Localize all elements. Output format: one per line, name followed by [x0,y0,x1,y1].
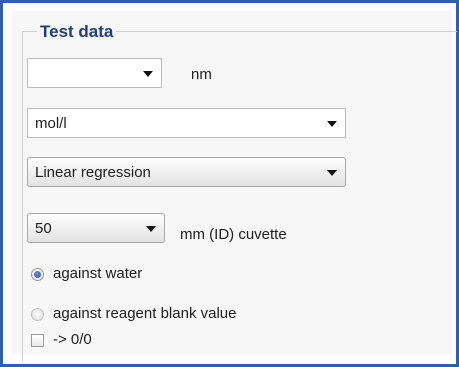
evaluation-method-value: Linear regression [35,164,151,181]
chevron-down-icon [146,226,156,232]
concentration-unit-select[interactable]: mol/l [27,108,346,138]
radio-selected-dot [34,271,41,278]
radio-against-water[interactable] [31,268,44,281]
concentration-unit-value: mol/l [35,115,67,132]
radio-against-reagent-blank[interactable] [31,308,44,321]
wavelength-select[interactable] [27,58,162,88]
cuvette-value: 50 [35,220,52,237]
radio-against-water-label[interactable]: against water [53,265,142,283]
cuvette-label: mm (ID) cuvette [180,226,287,243]
group-title: Test data [37,21,117,43]
chevron-down-icon [143,71,153,77]
cuvette-select[interactable]: 50 [27,213,165,243]
origin-checkbox-label[interactable]: -> 0/0 [53,331,92,349]
radio-against-reagent-blank-label[interactable]: against reagent blank value [53,305,236,323]
evaluation-method-select[interactable]: Linear regression [27,157,346,187]
test-data-panel: Test data nm mol/l Linear regression 50 … [12,11,457,362]
chevron-down-icon [327,121,337,127]
wavelength-unit-label: nm [191,66,212,83]
window-frame: Test data nm mol/l Linear regression 50 … [0,0,459,367]
origin-checkbox[interactable] [31,334,44,347]
chevron-down-icon [327,170,337,176]
